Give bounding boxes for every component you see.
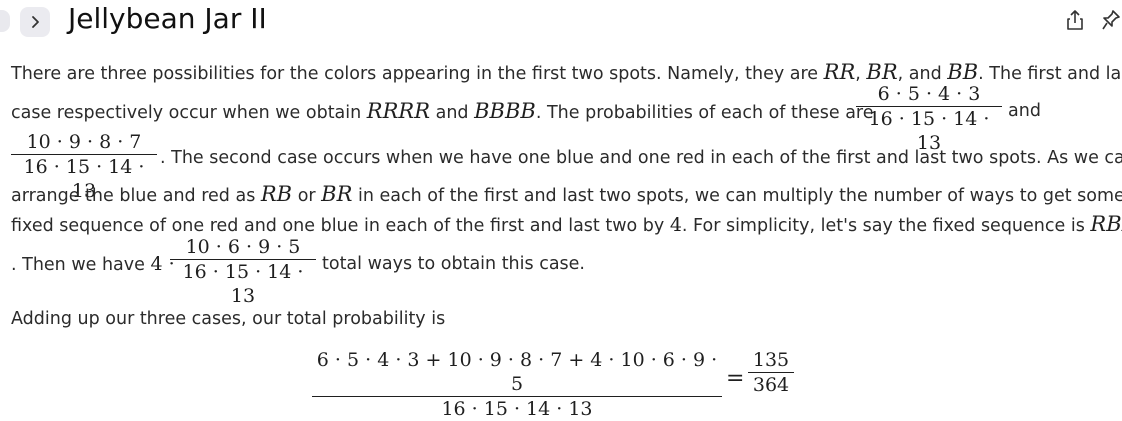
fraction-denominator: 364	[752, 374, 790, 396]
para2-text: Adding up our three cases, our total pro…	[11, 309, 446, 329]
text-segment: case respectively occur when we obtain	[11, 103, 367, 123]
pin-icon	[1102, 10, 1120, 30]
equals-sign: =	[726, 366, 745, 391]
share-icon	[1067, 10, 1083, 30]
fraction-numerator: 10 · 6 · 9 · 5	[185, 236, 301, 258]
text-segment: in each of the first and last two spots,…	[352, 186, 1122, 206]
text-segment: and	[430, 103, 475, 123]
left-panel-stub[interactable]	[0, 10, 10, 32]
expand-button[interactable]	[20, 7, 50, 37]
share-button[interactable]	[1064, 8, 1086, 36]
pin-button[interactable]	[1100, 8, 1122, 36]
text-segment: There are three possibilities for the co…	[11, 64, 824, 84]
text-segment: arrange the blue and red as	[11, 186, 261, 206]
para1-line4: arrange the blue and red as RB or BR in …	[11, 182, 1122, 208]
fraction-numerator: 135	[752, 349, 790, 371]
math-br: BR	[321, 182, 353, 206]
text-segment: or	[292, 186, 322, 206]
math-bb: BB	[947, 60, 979, 84]
math-rr: RR	[823, 60, 856, 84]
para1-line3: . The second case occurs when we have on…	[160, 148, 1122, 168]
text-segment: , and	[897, 64, 948, 84]
result-fraction: 135 364	[748, 348, 794, 397]
math-four: 4	[669, 214, 682, 236]
math-rrrr: RRRR	[366, 99, 431, 123]
math-rbrb: RBRB	[1090, 212, 1122, 236]
chevron-right-icon	[32, 16, 39, 28]
page-title: Jellybean Jar II	[68, 2, 267, 35]
math-bbbb: BBBB	[474, 99, 536, 123]
fraction-numerator: 10 · 9 · 8 · 7	[26, 131, 142, 153]
text-segment: . Then we have	[11, 255, 151, 275]
para1-line2: case respectively occur when we obtain R…	[11, 99, 874, 125]
math-br: BR	[866, 60, 898, 84]
fraction-rbrb: 10 · 6 · 9 · 5 16 · 15 · 14 · 13	[170, 235, 316, 308]
text-segment: . The first and last	[978, 64, 1122, 84]
math-rb: RB	[260, 182, 293, 206]
text-segment: . For simplicity, let's say the fixed se…	[681, 216, 1091, 236]
fraction-denominator: 16 · 15 · 14 · 13	[182, 261, 304, 307]
text-segment: . The probabilities of each of these are	[535, 103, 874, 123]
fraction-numerator: 6 · 5 · 4 · 3 + 10 · 9 · 8 · 7 + 4 · 10 …	[316, 349, 718, 395]
text-segment: fixed sequence of one red and one blue i…	[11, 216, 670, 236]
fraction-numerator: 6 · 5 · 4 · 3	[877, 83, 981, 105]
fraction-rrrr: 6 · 5 · 4 · 3 16 · 15 · 14 · 13	[856, 82, 1002, 155]
and-text: and	[1008, 101, 1041, 121]
para1-line6-start: . Then we have 4 ·	[11, 252, 175, 277]
fraction-denominator: 16 · 15 · 14 · 13	[441, 398, 593, 420]
para1-line6-end: total ways to obtain this case.	[322, 254, 585, 274]
text-segment: ,	[855, 64, 867, 84]
total-probability-fraction: 6 · 5 · 4 · 3 + 10 · 9 · 8 · 7 + 4 · 10 …	[312, 348, 722, 421]
